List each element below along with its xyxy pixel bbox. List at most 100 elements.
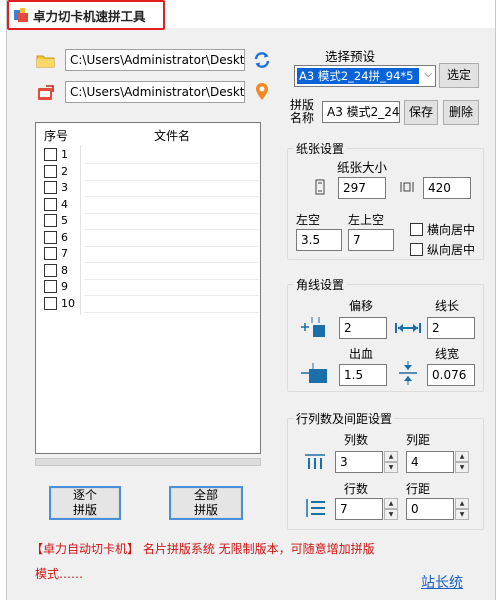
row-divider <box>84 278 259 280</box>
layout-single-label-1: 逐个 <box>72 488 97 502</box>
chevron-down-icon[interactable]: ⌵ <box>424 69 432 80</box>
row-divider <box>84 262 259 263</box>
rows-icon <box>304 498 326 521</box>
refresh-icon[interactable] <box>251 49 273 71</box>
row-checkbox[interactable] <box>44 263 57 277</box>
row-checkbox[interactable] <box>44 214 57 227</box>
paper-width-icon <box>399 180 415 197</box>
bleed-label: 出血 <box>349 347 374 361</box>
list-item[interactable]: 3 <box>44 180 68 195</box>
list-item[interactable]: 5 <box>44 213 68 228</box>
left-margin-label: 左空 <box>296 213 321 227</box>
app-window: 卓力切卡机速拼工具 C:\Users\Administrator\Desktop… <box>6 0 496 600</box>
preset-name-field[interactable]: A3 模式2_24 <box>322 101 400 123</box>
row-checkbox[interactable] <box>44 181 57 194</box>
columns-icon <box>304 452 326 473</box>
line-width-field[interactable]: 0.076 <box>427 364 475 386</box>
list-item[interactable]: 7 <box>44 246 68 261</box>
checkbox-box[interactable] <box>410 223 423 236</box>
line-length-icon <box>394 322 422 337</box>
rows-label: 行数 <box>344 482 369 496</box>
export-icon[interactable] <box>35 82 57 104</box>
spinner-up-icon[interactable]: ▲ <box>384 451 398 462</box>
line-width-label: 线宽 <box>435 347 460 361</box>
row-checkbox[interactable] <box>44 296 57 310</box>
row-gap-label: 行距 <box>406 482 431 496</box>
layout-all-label-2: 拼版 <box>193 503 218 517</box>
row-divider <box>84 245 259 247</box>
column-gap-label: 列距 <box>406 433 431 447</box>
rows-spinner[interactable]: ▲ ▼ <box>384 498 398 520</box>
spinner-up-icon[interactable]: ▲ <box>455 451 469 462</box>
offset-field[interactable]: 2 <box>339 317 387 339</box>
column-header-filename: 文件名 <box>154 129 191 143</box>
row-index: 4 <box>61 197 68 211</box>
checkbox-box[interactable] <box>410 243 423 256</box>
columns-spinner[interactable]: ▲ ▼ <box>384 451 398 473</box>
row-checkbox[interactable] <box>44 164 57 178</box>
input-path-field[interactable]: C:\Users\Administrator\Desktop\1 <box>65 49 245 71</box>
preset-name-label-line2: 名称 <box>290 111 315 125</box>
center-vertical-label: 纵向居中 <box>427 243 476 257</box>
paper-width-field[interactable]: 420 <box>423 177 471 199</box>
spinner-down-icon[interactable]: ▼ <box>455 509 469 520</box>
title-highlight-box <box>7 0 165 30</box>
line-length-field[interactable]: 2 <box>427 317 475 339</box>
spinner-up-icon[interactable]: ▲ <box>384 498 398 509</box>
row-checkbox[interactable] <box>44 148 57 161</box>
row-checkbox[interactable] <box>44 197 57 211</box>
horizontal-scrollbar[interactable] <box>35 458 261 466</box>
bleed-icon <box>299 361 333 388</box>
list-item[interactable]: 10 <box>44 296 75 311</box>
spinner-down-icon[interactable]: ▼ <box>384 509 398 520</box>
paper-size-label: 纸张大小 <box>337 160 388 175</box>
file-list[interactable]: 序号 文件名 1 2 3 4 5 6 7 8 9 10 <box>35 122 261 454</box>
list-item[interactable]: 8 <box>44 263 68 278</box>
footer-link[interactable]: 站长统 <box>421 572 463 592</box>
row-divider <box>84 196 259 197</box>
center-vertical-checkbox[interactable]: 纵向居中 <box>410 241 475 258</box>
offset-label: 偏移 <box>349 299 374 313</box>
location-pin-icon[interactable] <box>251 81 273 103</box>
layout-single-button[interactable]: 逐个 拼版 <box>49 486 121 520</box>
columns-field[interactable]: 3 <box>335 451 383 473</box>
paper-height-icon <box>314 179 326 198</box>
spinner-up-icon[interactable]: ▲ <box>455 498 469 509</box>
folder-icon[interactable] <box>35 50 57 72</box>
preset-select[interactable]: A3 模式2_24拼_94*5 ⌵ <box>294 65 436 87</box>
left-margin-field[interactable]: 3.5 <box>296 229 342 251</box>
delete-button[interactable]: 删除 <box>443 100 479 125</box>
row-checkbox[interactable] <box>44 247 57 260</box>
bleed-field[interactable]: 1.5 <box>339 364 387 386</box>
top-margin-label: 左上空 <box>348 213 385 227</box>
row-gap-field[interactable]: 0 <box>406 498 454 520</box>
top-margin-field[interactable]: 7 <box>348 229 394 251</box>
list-item[interactable]: 2 <box>44 164 68 179</box>
paper-height-field[interactable]: 297 <box>338 177 386 199</box>
row-checkbox[interactable] <box>44 280 57 293</box>
corner-settings-label: 角线设置 <box>294 276 347 293</box>
list-item[interactable]: 1 <box>44 147 68 162</box>
row-checkbox[interactable] <box>44 230 57 244</box>
column-gap-spinner[interactable]: ▲ ▼ <box>455 451 469 473</box>
row-divider <box>84 212 259 214</box>
list-item[interactable]: 4 <box>44 197 68 212</box>
list-item[interactable]: 9 <box>44 279 68 294</box>
list-item[interactable]: 6 <box>44 230 68 245</box>
center-horizontal-label: 横向居中 <box>427 223 476 237</box>
column-divider <box>80 145 81 315</box>
layout-single-label-2: 拼版 <box>72 503 97 517</box>
preset-selected-value: A3 模式2_24拼_94*5 <box>297 68 419 84</box>
row-divider <box>84 229 259 230</box>
layout-all-button[interactable]: 全部 拼版 <box>169 486 243 520</box>
spinner-down-icon[interactable]: ▼ <box>384 462 398 473</box>
row-gap-spinner[interactable]: ▲ ▼ <box>455 498 469 520</box>
column-header-index: 序号 <box>44 129 69 143</box>
save-button[interactable]: 保存 <box>404 100 438 125</box>
select-preset-button[interactable]: 选定 <box>439 63 479 88</box>
output-path-field[interactable]: C:\Users\Administrator\Desktop\2 <box>65 81 245 103</box>
column-gap-field[interactable]: 4 <box>406 451 454 473</box>
rows-field[interactable]: 7 <box>335 498 383 520</box>
center-horizontal-checkbox[interactable]: 横向居中 <box>410 221 475 238</box>
spinner-down-icon[interactable]: ▼ <box>455 462 469 473</box>
